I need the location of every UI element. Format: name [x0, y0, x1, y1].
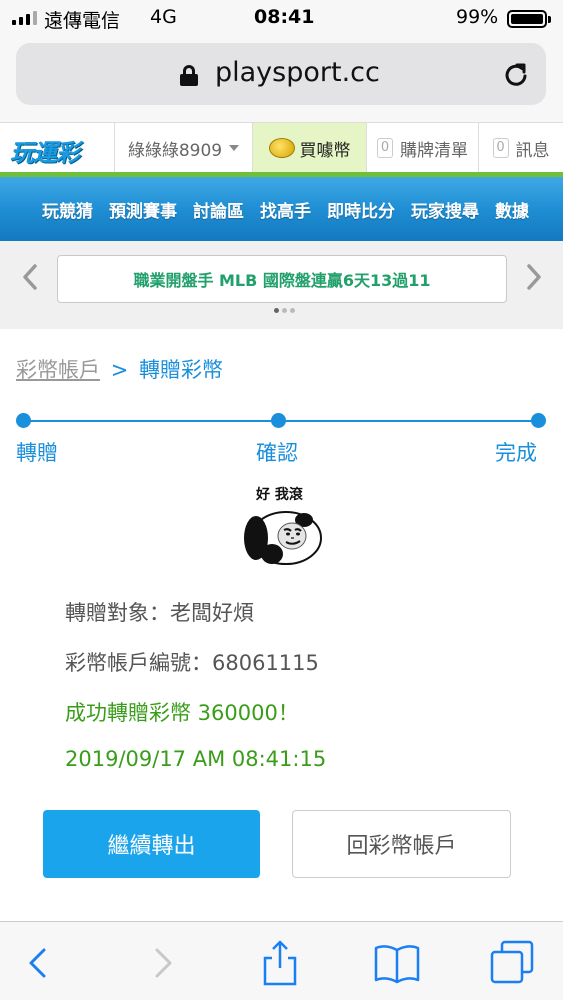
- battery-percent: 99%: [456, 6, 499, 28]
- url-text: playsport.cc: [215, 57, 380, 88]
- success-message: 成功轉贈彩幣 360000！: [65, 701, 299, 725]
- battery-icon: [507, 10, 551, 28]
- panda-meme-sticker: 好 我滾: [236, 478, 328, 574]
- forward-arrow-icon[interactable]: [137, 938, 187, 988]
- nav-item-predict-events[interactable]: 預測賽事: [109, 197, 177, 222]
- step-dot-transfer: [16, 413, 31, 428]
- username: 綠綠綠8909: [127, 140, 223, 161]
- messages-label: 訊息: [515, 140, 550, 161]
- chevron-right-icon[interactable]: [524, 263, 544, 291]
- site-logo[interactable]: 玩運彩: [10, 133, 80, 168]
- nav-item-forum[interactable]: 討論區: [193, 197, 244, 222]
- back-arrow-icon[interactable]: [14, 938, 64, 988]
- message-count-badge: 0: [492, 138, 509, 158]
- step-dot-complete: [531, 413, 546, 428]
- chevron-left-icon[interactable]: [20, 263, 40, 291]
- address-bar[interactable]: playsport.cc: [16, 43, 546, 105]
- nav-item-find-experts[interactable]: 找高手: [260, 197, 311, 222]
- back-to-account-button[interactable]: 回彩幣帳戶: [292, 810, 511, 878]
- nav-item-data[interactable]: 數據: [495, 197, 529, 222]
- continue-transfer-button[interactable]: 繼續轉出: [43, 810, 260, 878]
- status-bar: 遠傳電信 4G 08:41 99%: [0, 0, 563, 36]
- buy-coins-button[interactable]: 買噱幣: [252, 123, 366, 173]
- step-dot-confirm: [271, 413, 286, 428]
- user-menu[interactable]: 綠綠綠8909: [114, 123, 252, 173]
- chevron-down-icon: [229, 145, 240, 151]
- browser-address-area: playsport.cc: [0, 36, 563, 122]
- ticker-pagination: [274, 308, 295, 313]
- step-label-transfer: 轉贈: [16, 441, 58, 465]
- nav-item-predict-games[interactable]: 玩競猜: [42, 197, 93, 222]
- status-time: 08:41: [254, 6, 315, 28]
- breadcrumb: 彩幣帳戶 > 轉贈彩幣: [16, 354, 223, 384]
- ticker-banner[interactable]: 職業開盤手 MLB 國際盤連贏6天13過11: [57, 255, 507, 303]
- breadcrumb-parent-link[interactable]: 彩幣帳戶: [16, 358, 100, 382]
- carrier-name: 遠傳電信: [44, 10, 121, 32]
- promo-ticker: 職業開盤手 MLB 國際盤連贏6天13過11: [0, 241, 563, 329]
- tabs-icon[interactable]: [488, 938, 538, 988]
- step-label-complete: 完成: [495, 441, 537, 465]
- ticket-list-label: 購牌清單: [400, 140, 468, 161]
- meme-caption: 好 我滾: [256, 487, 303, 503]
- recipient-text: 轉贈對象：老闆好煩: [65, 601, 254, 625]
- main-nav: 玩競猜 預測賽事 討論區 找高手 即時比分 玩家搜尋 數據: [0, 177, 563, 241]
- messages-link[interactable]: 0 訊息: [478, 123, 563, 173]
- breadcrumb-separator: >: [110, 358, 129, 382]
- account-number-text: 彩幣帳戶編號：68061115: [65, 651, 319, 675]
- step-label-confirm: 確認: [256, 441, 298, 465]
- nav-item-player-search[interactable]: 玩家搜尋: [411, 197, 479, 222]
- signal-icon: [12, 11, 37, 25]
- nav-item-live-scores[interactable]: 即時比分: [327, 197, 395, 222]
- bookmarks-icon[interactable]: [372, 938, 422, 988]
- browser-toolbar: [0, 921, 563, 1000]
- ticket-list-link[interactable]: 0 購牌清單: [366, 123, 478, 173]
- network-type: 4G: [150, 6, 177, 28]
- ticket-count-badge: 0: [377, 138, 393, 158]
- reload-icon[interactable]: [500, 59, 532, 91]
- buy-coins-label: 買噱幣: [299, 140, 351, 161]
- lock-icon: [180, 65, 198, 86]
- breadcrumb-current: 轉贈彩幣: [138, 358, 223, 382]
- share-icon[interactable]: [255, 938, 305, 988]
- panda-face-icon: [244, 511, 322, 565]
- site-header: 玩運彩 綠綠綠8909 買噱幣 0 購牌清單 0 訊息: [0, 122, 563, 174]
- ticker-text: 職業開盤手 MLB 國際盤連贏6天13過11: [133, 271, 431, 290]
- coin-icon: [268, 138, 295, 158]
- transfer-timestamp: 2019/09/17 AM 08:41:15: [65, 747, 327, 771]
